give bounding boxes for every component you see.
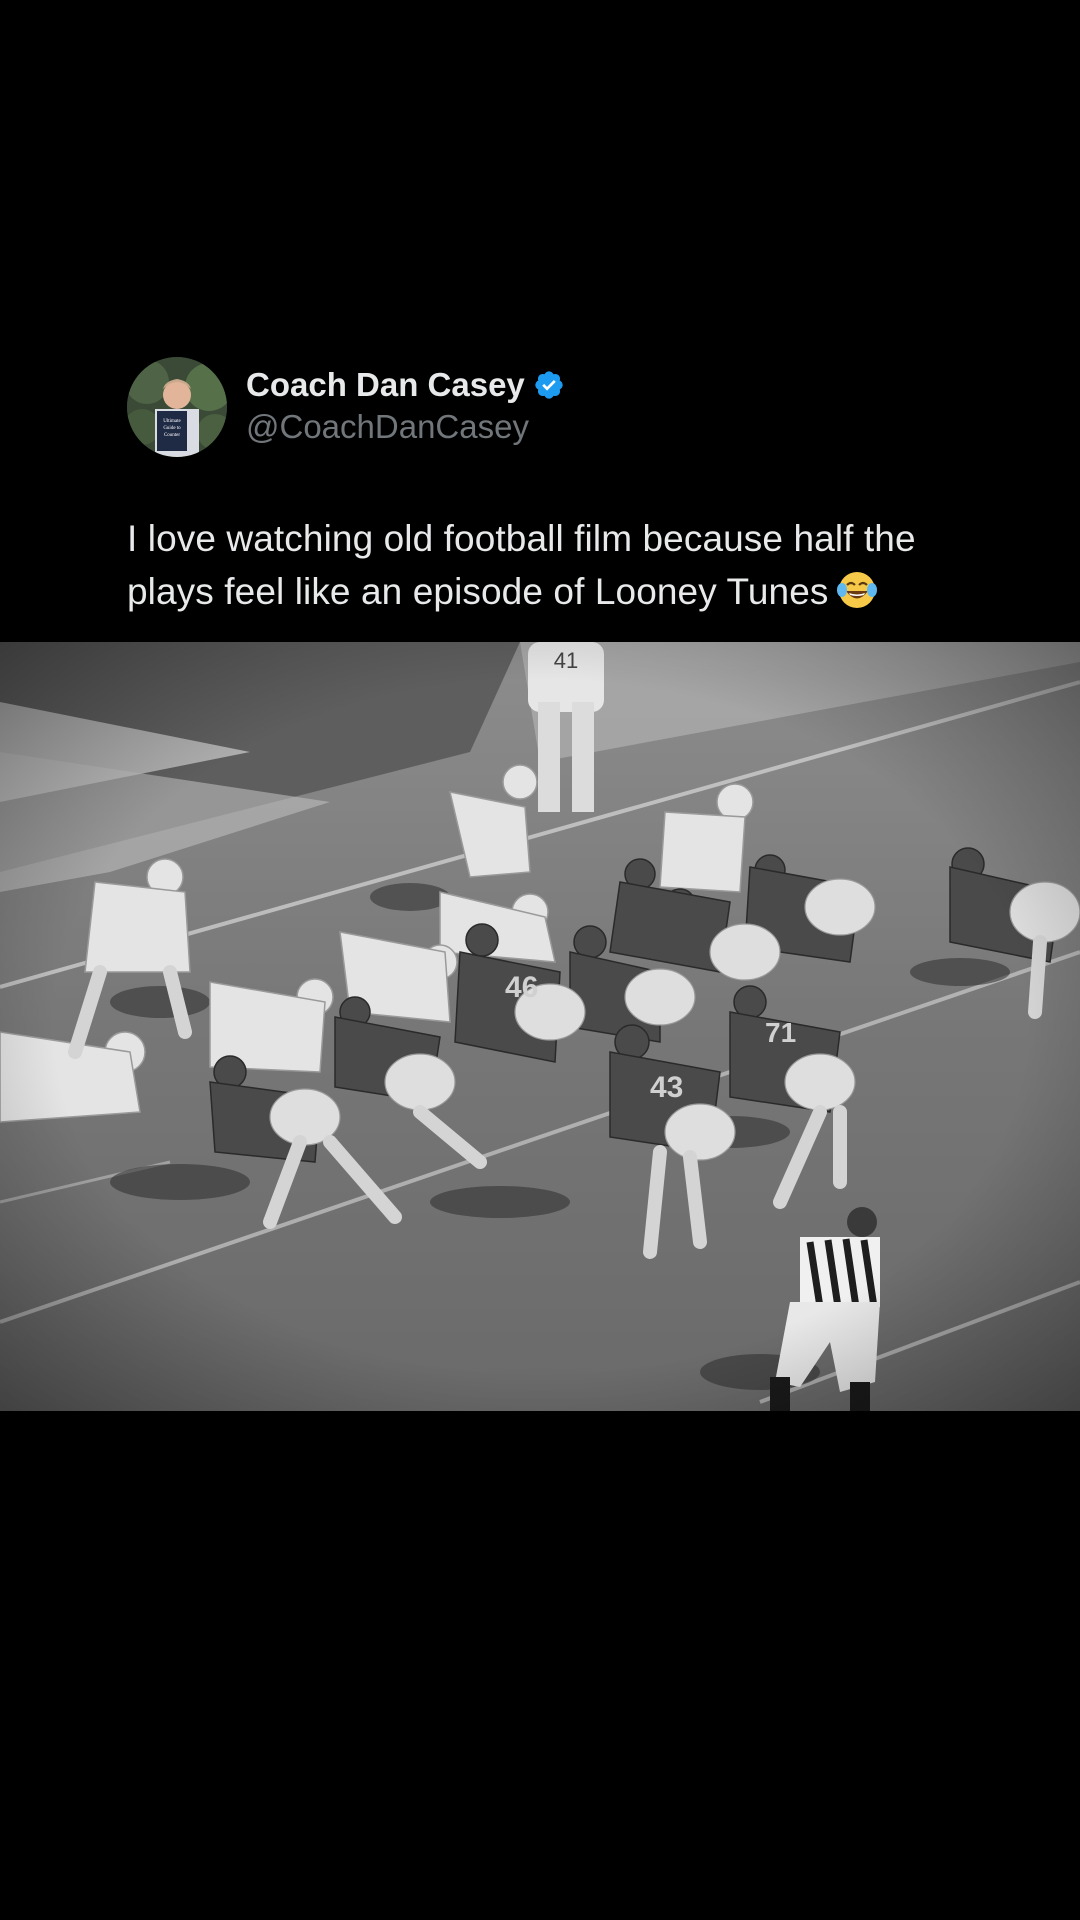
face-with-tears-of-joy-icon: [836, 572, 877, 608]
tweet-text-line-1: I love watching old football film becaus…: [127, 518, 916, 559]
verified-badge-icon: [535, 371, 563, 399]
display-name-row: Coach Dan Casey: [246, 365, 565, 405]
tweet-text: I love watching old football film becaus…: [127, 512, 987, 618]
author-avatar[interactable]: Ultimate Guide to Counter: [127, 357, 227, 457]
author-names: Coach Dan Casey @CoachDanCasey: [246, 365, 565, 449]
tweet-text-line-2: plays feel like an episode of Looney Tun…: [127, 571, 829, 612]
tweet-text-line-2-wrap: plays feel like an episode of Looney Tun…: [127, 565, 987, 618]
football-film-still: 41: [0, 642, 1080, 1411]
author-display-name[interactable]: Coach Dan Casey: [246, 365, 525, 405]
avatar-book-line-2: Guide to: [163, 426, 181, 431]
avatar-book-line-3: Counter: [164, 433, 180, 438]
author-handle[interactable]: @CoachDanCasey: [246, 405, 565, 449]
tweet-media-image[interactable]: 41: [0, 642, 1080, 1411]
tweet-header: Ultimate Guide to Counter Coach Dan Case…: [127, 357, 967, 457]
avatar-book-line-1: Ultimate: [163, 419, 181, 424]
avatar-image: Ultimate Guide to Counter: [127, 357, 227, 457]
